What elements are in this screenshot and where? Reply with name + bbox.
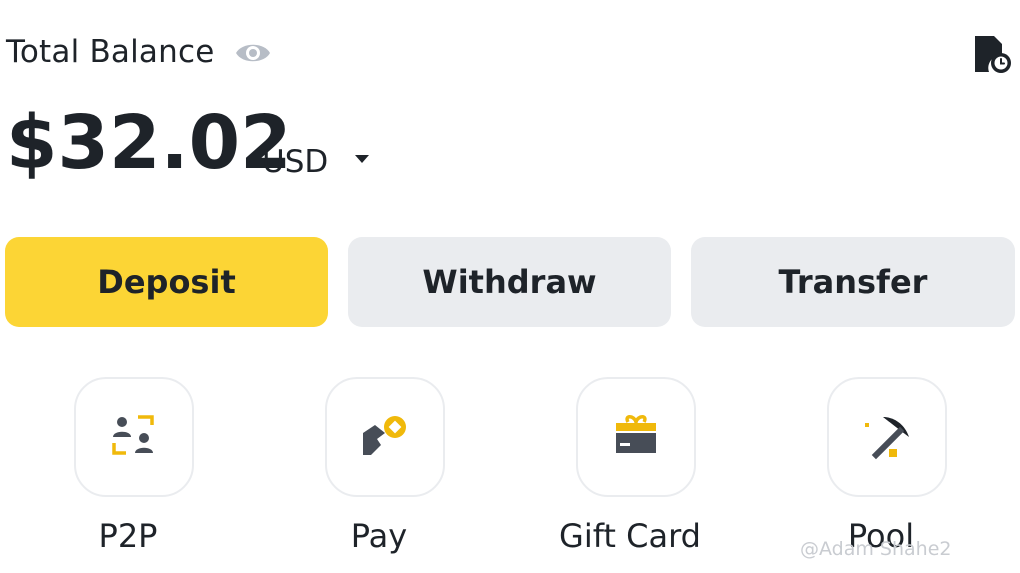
pay-tile[interactable] bbox=[325, 377, 445, 497]
total-balance-label: Total Balance bbox=[6, 34, 215, 70]
history-icon[interactable] bbox=[972, 34, 1012, 74]
pool-tile[interactable] bbox=[827, 377, 947, 497]
transfer-button[interactable]: Transfer bbox=[691, 237, 1015, 327]
eye-icon[interactable] bbox=[234, 38, 272, 68]
gift-card-tile[interactable] bbox=[576, 377, 696, 497]
shortcut-pay[interactable]: Pay bbox=[319, 377, 459, 573]
withdraw-button[interactable]: Withdraw bbox=[348, 237, 671, 327]
p2p-tile[interactable] bbox=[74, 377, 194, 497]
shortcut-label: Gift Card bbox=[559, 517, 701, 555]
pay-icon bbox=[363, 416, 406, 455]
shortcut-gift-card[interactable]: Gift Card bbox=[559, 377, 710, 573]
wallet-overview: Total Balance $32.02 USD Deposit Withdra… bbox=[0, 0, 1020, 573]
watermark: @Adam Shahe2 bbox=[800, 538, 952, 560]
shortcut-p2p[interactable]: P2P bbox=[68, 377, 208, 573]
deposit-button[interactable]: Deposit bbox=[5, 237, 328, 327]
pool-icon bbox=[865, 417, 909, 460]
balance-amount: $32.02 bbox=[6, 100, 292, 186]
shortcut-label: P2P bbox=[98, 517, 158, 555]
p2p-icon bbox=[112, 415, 154, 455]
currency-selector[interactable]: USD bbox=[262, 144, 328, 180]
shortcut-label: Pay bbox=[350, 517, 408, 555]
caret-down-icon[interactable] bbox=[352, 152, 372, 166]
gift-card-icon bbox=[616, 415, 656, 453]
